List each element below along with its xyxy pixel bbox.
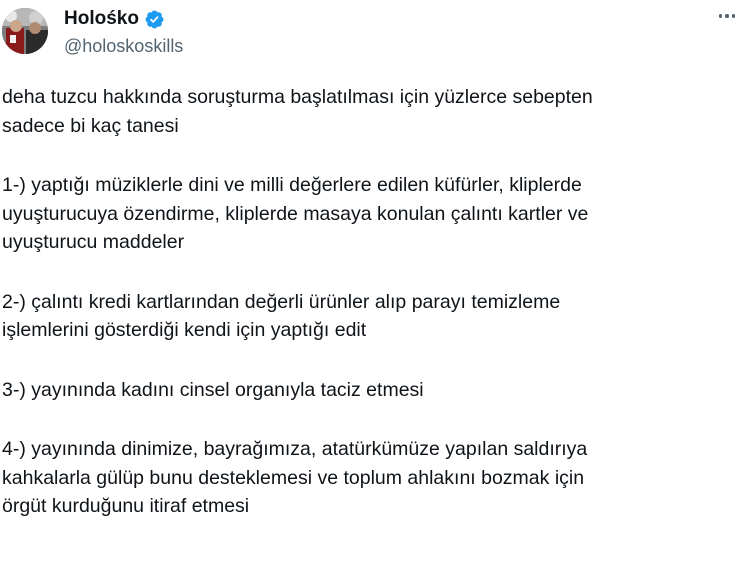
tweet-header: Holośko @holoskoskills bbox=[0, 0, 750, 70]
author-handle[interactable]: @holoskoskills bbox=[64, 35, 183, 57]
avatar-image bbox=[2, 8, 48, 54]
author-name-row: Holośko bbox=[64, 7, 165, 31]
tweet-line: 4-) yayınında dinimize, bayrağımıza, ata… bbox=[2, 438, 588, 460]
tweet-line: uyuşturucuya özendirme, kliplerde masaya… bbox=[2, 202, 589, 225]
tweet-line: 2-) çalıntı kredi kartlarından değerli ü… bbox=[2, 290, 561, 313]
tweet-paragraph-item-1: 1-) yaptığı müziklerle dini ve milli değ… bbox=[2, 171, 742, 257]
profile-avatar[interactable] bbox=[2, 8, 48, 54]
tweet-line: 3-) yayınında kadını cinsel organıyla ta… bbox=[2, 378, 424, 401]
tweet-line: deha tuzcu hakkında soruşturma başlatılm… bbox=[2, 86, 593, 108]
tweet-paragraph-item-4: 4-) yayınında dinimize, bayrağımıza, ata… bbox=[2, 435, 742, 521]
more-dot bbox=[731, 14, 736, 18]
tweet-paragraph-intro: deha tuzcu hakkında soruşturma başlatılm… bbox=[2, 83, 742, 140]
tweet-line: uyuşturucu maddeler bbox=[2, 231, 185, 253]
author-display-name[interactable]: Holośko bbox=[64, 7, 139, 31]
tweet-line: işlemlerini gösterdiği kendi için yaptığ… bbox=[2, 319, 367, 341]
tweet-line: kahkalarla gülüp bunu desteklemesi ve to… bbox=[2, 466, 585, 489]
tweet-line: 1-) yaptığı müziklerle dini ve milli değ… bbox=[2, 174, 582, 196]
verified-badge-icon bbox=[144, 9, 165, 30]
more-options-icon[interactable] bbox=[712, 6, 742, 26]
tweet-paragraph-item-3: 3-) yayınında kadını cinsel organıyla ta… bbox=[2, 376, 742, 405]
more-dot bbox=[725, 14, 729, 18]
tweet-text: deha tuzcu hakkında soruşturma başlatılm… bbox=[2, 83, 742, 521]
tweet-line: sadece bi kaç tanesi bbox=[2, 114, 179, 137]
tweet-paragraph-item-2: 2-) çalıntı kredi kartlarından değerli ü… bbox=[2, 288, 742, 345]
more-dot bbox=[718, 14, 723, 18]
tweet-line: örgüt kurduğunu itiraf etmesi bbox=[2, 495, 250, 517]
